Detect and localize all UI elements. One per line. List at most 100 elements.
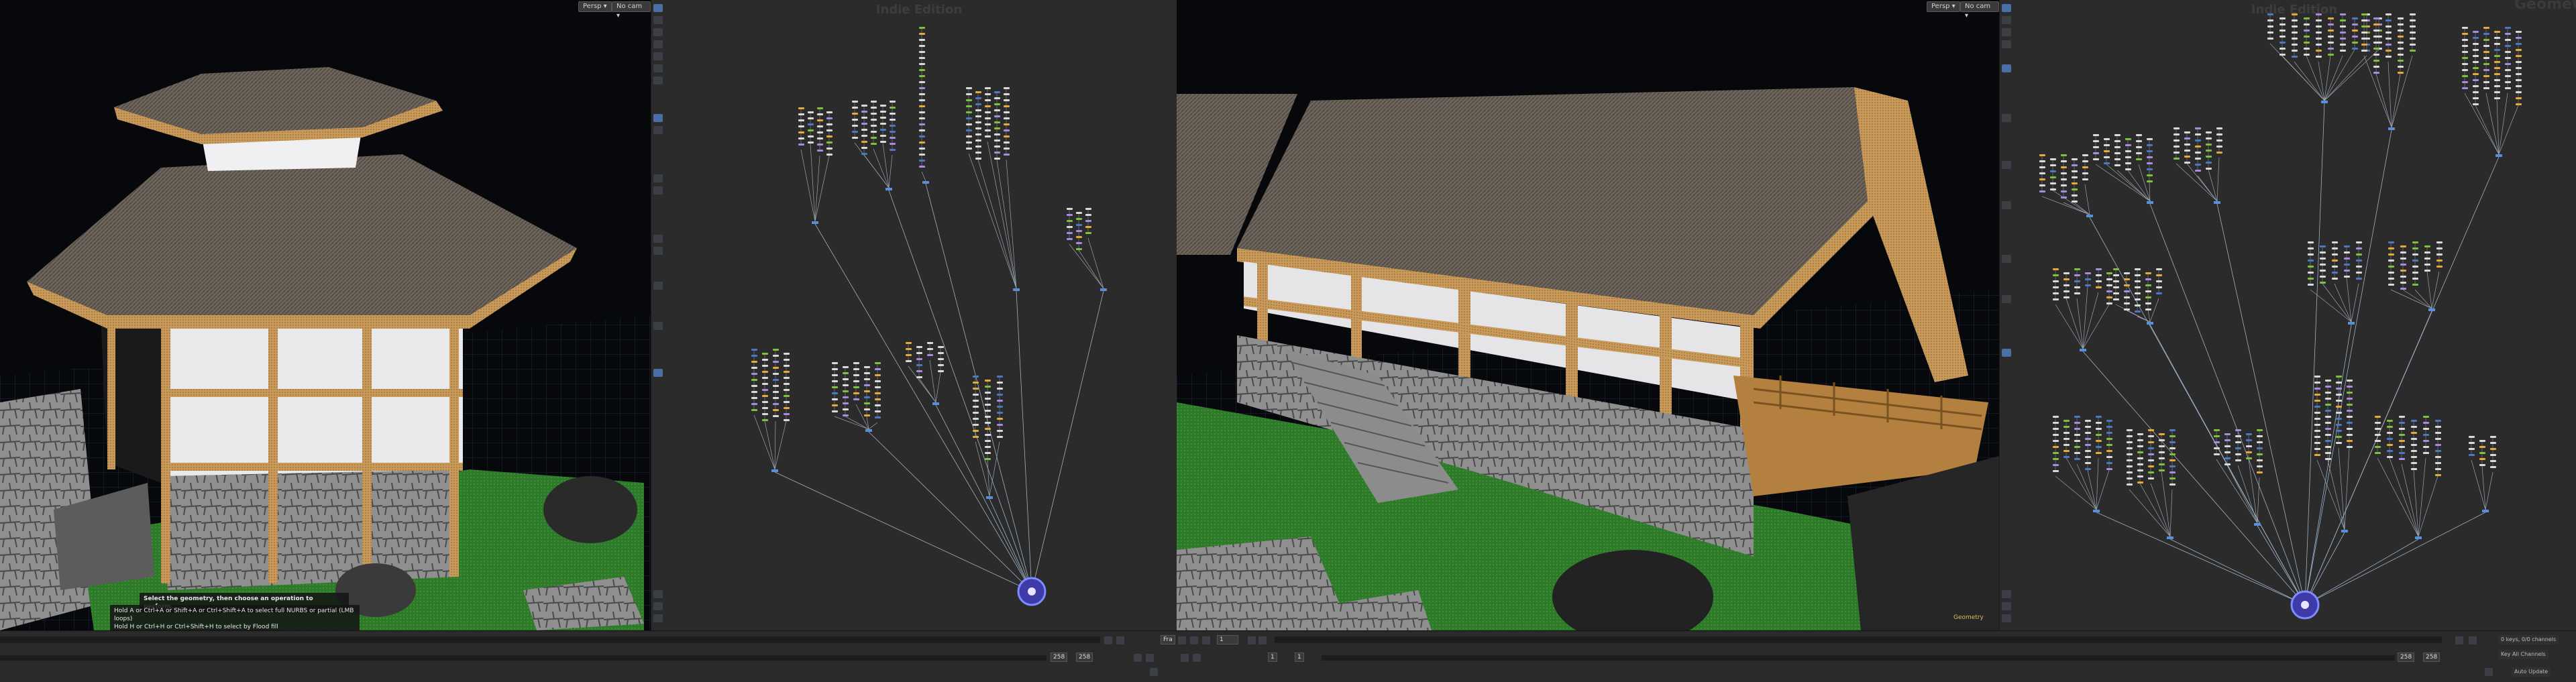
network-node[interactable] [2039, 184, 2045, 186]
network-node[interactable] [2304, 54, 2310, 56]
network-node[interactable] [875, 386, 881, 388]
network-node[interactable] [2096, 446, 2102, 448]
network-node[interactable] [2096, 286, 2102, 288]
network-node[interactable] [890, 107, 896, 109]
network-node[interactable] [2398, 48, 2404, 50]
network-node[interactable] [2314, 442, 2320, 444]
network-node[interactable] [864, 378, 870, 380]
network-node[interactable] [2235, 453, 2241, 455]
network-node[interactable] [2483, 45, 2489, 47]
network-node[interactable] [986, 496, 993, 499]
network-node[interactable] [2053, 292, 2059, 294]
network-node[interactable] [2114, 152, 2121, 154]
network-node[interactable] [2206, 137, 2212, 139]
network-node[interactable] [2214, 441, 2220, 443]
network-node[interactable] [2479, 446, 2485, 448]
network-node[interactable] [2483, 57, 2489, 59]
network-node[interactable] [922, 181, 929, 184]
network-node[interactable] [2072, 176, 2078, 178]
network-node[interactable] [2093, 158, 2099, 160]
network-node[interactable] [2072, 164, 2078, 166]
network-node[interactable] [832, 398, 838, 400]
network-node[interactable] [1085, 232, 1091, 234]
network-node[interactable] [2085, 450, 2091, 452]
lock-icon[interactable] [2485, 668, 2493, 676]
network-node[interactable] [2316, 44, 2322, 46]
network-node[interactable] [2347, 392, 2353, 394]
network-node[interactable] [919, 154, 925, 156]
network-node[interactable] [2292, 38, 2298, 40]
network-node[interactable] [2148, 441, 2154, 443]
network-node[interactable] [2063, 450, 2070, 452]
network-node[interactable] [2352, 48, 2358, 50]
network-node[interactable] [2148, 465, 2154, 467]
network-node[interactable] [994, 127, 1000, 129]
network-node[interactable] [985, 428, 991, 430]
network-node[interactable] [2106, 444, 2112, 446]
network-node[interactable] [973, 418, 979, 420]
network-node[interactable] [985, 398, 991, 400]
network-node[interactable] [2332, 253, 2338, 255]
network-node[interactable] [2462, 87, 2468, 89]
network-node[interactable] [994, 97, 1000, 99]
auto-update-button[interactable]: Auto Update [2512, 667, 2551, 677]
network-node[interactable] [2399, 434, 2405, 436]
network-node[interactable] [2490, 448, 2496, 450]
network-node[interactable] [2216, 139, 2222, 141]
network-node[interactable] [906, 354, 912, 356]
network-node[interactable] [2412, 253, 2418, 255]
network-node[interactable] [2435, 450, 2441, 452]
network-node[interactable] [2148, 459, 2154, 461]
network-node[interactable] [2224, 439, 2231, 441]
network-node[interactable] [2325, 392, 2331, 394]
network-node[interactable] [2169, 453, 2176, 455]
network-node[interactable] [2411, 420, 2417, 422]
network-node[interactable] [2387, 438, 2393, 440]
network-node[interactable] [2341, 530, 2348, 532]
network-node[interactable] [875, 362, 881, 364]
network-node[interactable] [985, 386, 991, 388]
network-node[interactable] [966, 87, 972, 89]
range-end-field-2[interactable]: 258 [2423, 652, 2440, 662]
network-node[interactable] [966, 123, 972, 125]
network-node[interactable] [973, 424, 979, 426]
prev-key-icon[interactable] [1248, 636, 1256, 644]
network-node[interactable] [2304, 42, 2310, 44]
network-node[interactable] [2400, 251, 2406, 253]
network-node[interactable] [2039, 166, 2045, 168]
network-node[interactable] [2072, 158, 2078, 160]
network-node[interactable] [808, 111, 814, 113]
network-node[interactable] [2424, 251, 2430, 253]
network-node[interactable] [994, 146, 1000, 148]
network-node[interactable] [2361, 19, 2367, 21]
network-node[interactable] [2411, 438, 2417, 440]
network-node[interactable] [885, 188, 892, 190]
network-node[interactable] [2516, 91, 2522, 93]
network-node[interactable] [2388, 284, 2394, 286]
network-node[interactable] [919, 45, 925, 47]
network-node[interactable] [2505, 33, 2511, 35]
network-node[interactable] [762, 389, 768, 391]
network-node[interactable] [2304, 36, 2310, 38]
network-node[interactable] [2085, 272, 2091, 274]
network-node[interactable] [2074, 434, 2080, 436]
network-node[interactable] [2174, 158, 2180, 160]
network-node[interactable] [2344, 245, 2350, 247]
network-node[interactable] [864, 408, 870, 410]
network-node[interactable] [975, 115, 981, 117]
network-node[interactable] [2267, 13, 2273, 15]
network-node[interactable] [871, 101, 877, 103]
network-node[interactable] [2435, 456, 2441, 458]
network-node[interactable] [875, 392, 881, 394]
network-node[interactable] [2314, 400, 2320, 402]
network-node[interactable] [773, 385, 779, 387]
network-node[interactable] [852, 131, 858, 133]
network-node[interactable] [2473, 85, 2479, 87]
network-node[interactable] [2340, 13, 2346, 15]
network-node[interactable] [2053, 428, 2059, 430]
network-node[interactable] [985, 105, 991, 107]
network-node[interactable] [2462, 51, 2468, 53]
network-node[interactable] [2267, 25, 2273, 27]
network-node[interactable] [2320, 251, 2326, 253]
network-node[interactable] [2415, 536, 2422, 539]
